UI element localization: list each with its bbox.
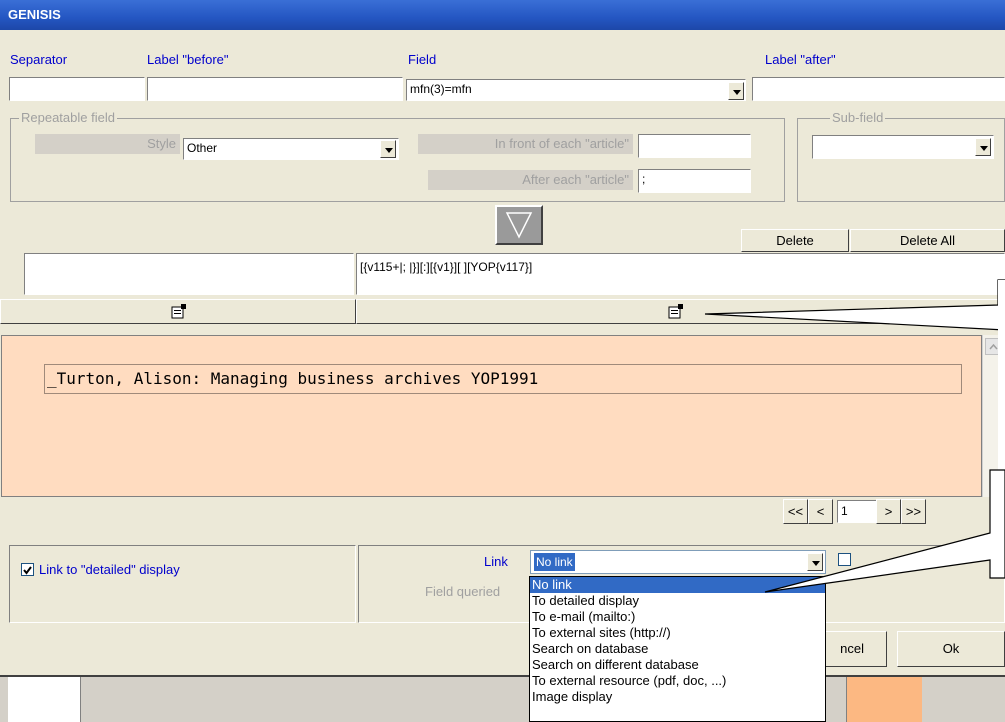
callout-overlay [704,279,1005,593]
callout-pointer-bottom [764,469,1005,593]
callout-pointer-top [704,279,1005,331]
callout-box-top [998,280,1005,340]
